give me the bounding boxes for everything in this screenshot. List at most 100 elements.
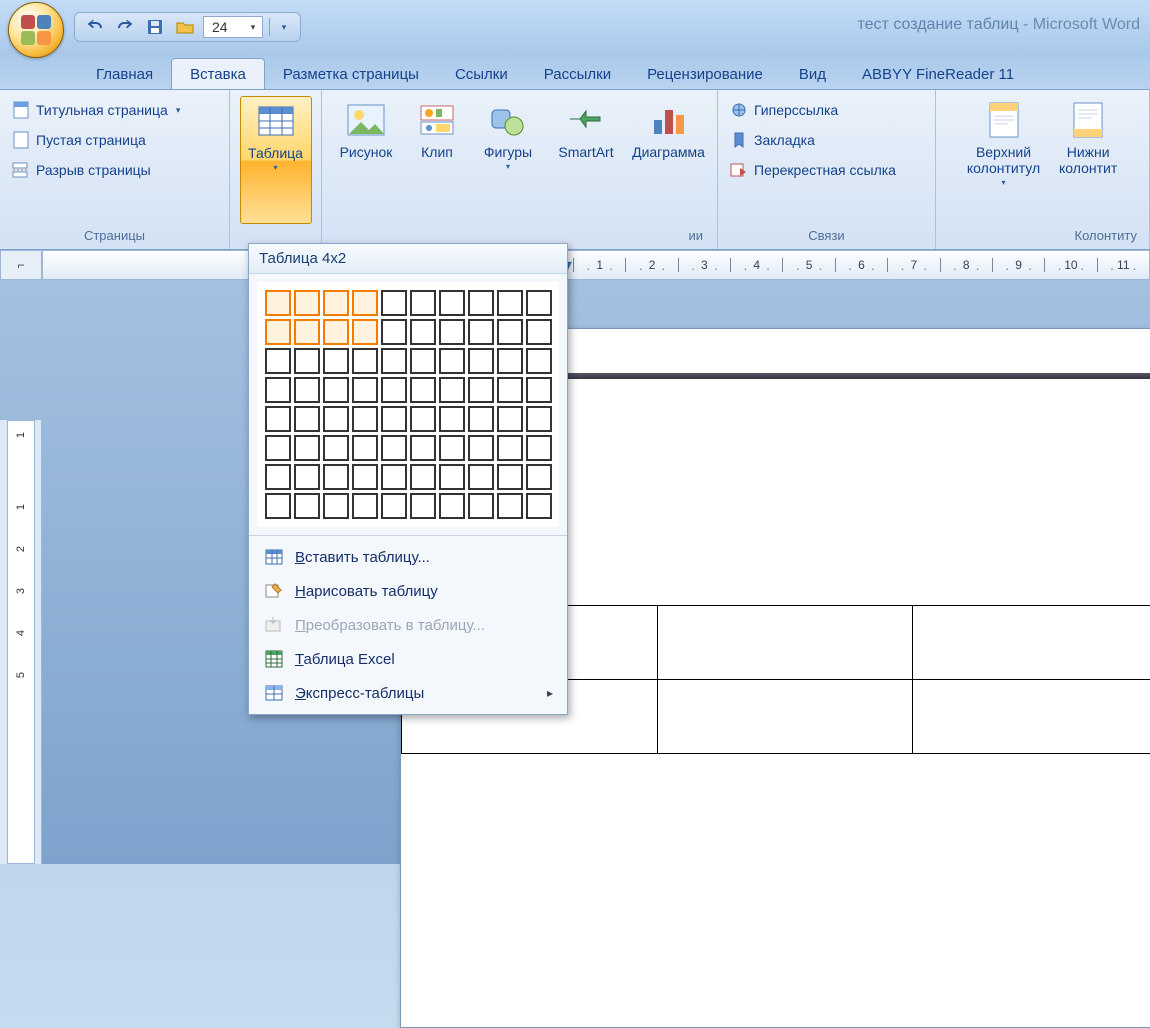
table-menu-item-3[interactable]: Таблица Excel	[249, 642, 567, 676]
table-grid-cell[interactable]	[265, 435, 291, 461]
table-grid-cell[interactable]	[265, 406, 291, 432]
table-grid-cell[interactable]	[526, 435, 552, 461]
table-grid-cell[interactable]	[439, 493, 465, 519]
ruler-corner[interactable]: ⌐	[0, 250, 42, 280]
table-grid-cell[interactable]	[294, 319, 320, 345]
table-grid-cell[interactable]	[410, 464, 436, 490]
qat-customize-button[interactable]: ▾	[276, 22, 292, 33]
tab-home[interactable]: Главная	[78, 59, 171, 89]
table-grid-cell[interactable]	[381, 464, 407, 490]
tab-review[interactable]: Рецензирование	[629, 59, 781, 89]
table-grid-cell[interactable]	[526, 406, 552, 432]
table-grid-cell[interactable]	[265, 348, 291, 374]
bookmark-button[interactable]: Закладка	[726, 128, 900, 152]
table-grid-cell[interactable]	[352, 319, 378, 345]
table-grid-cell[interactable]	[526, 348, 552, 374]
hyperlink-button[interactable]: Гиперссылка	[726, 98, 900, 122]
blank-page-button[interactable]: Пустая страница	[8, 128, 184, 152]
table-grid-cell[interactable]	[323, 319, 349, 345]
horizontal-ruler[interactable]: ▾ 1234567891011	[42, 250, 1150, 280]
table-grid-cell[interactable]	[526, 493, 552, 519]
table-grid-cell[interactable]	[352, 493, 378, 519]
table-grid-cell[interactable]	[410, 435, 436, 461]
table-grid-cell[interactable]	[294, 290, 320, 316]
tab-abbyy[interactable]: ABBYY FineReader 11	[844, 59, 1032, 89]
table-grid-cell[interactable]	[323, 464, 349, 490]
table-grid-cell[interactable]	[352, 464, 378, 490]
table-grid-cell[interactable]	[468, 464, 494, 490]
table-grid-cell[interactable]	[352, 435, 378, 461]
table-grid-cell[interactable]	[439, 377, 465, 403]
table-grid-cell[interactable]	[439, 348, 465, 374]
table-grid-cell[interactable]	[526, 290, 552, 316]
table-grid-cell[interactable]	[323, 290, 349, 316]
table-grid-cell[interactable]	[497, 348, 523, 374]
table-grid-cell[interactable]	[468, 290, 494, 316]
table-grid-cell[interactable]	[294, 348, 320, 374]
table-grid-cell[interactable]	[381, 319, 407, 345]
table-grid-cell[interactable]	[497, 406, 523, 432]
table-grid-cell[interactable]	[265, 464, 291, 490]
table-grid-cell[interactable]	[323, 348, 349, 374]
table-grid-cell[interactable]	[352, 377, 378, 403]
table-grid-cell[interactable]	[410, 493, 436, 519]
cover-page-button[interactable]: Титульная страница ▾	[8, 98, 184, 122]
table-grid-cell[interactable]	[323, 377, 349, 403]
vertical-ruler[interactable]: 112345	[7, 420, 35, 864]
table-grid-cell[interactable]	[468, 435, 494, 461]
doc-table-cell[interactable]	[913, 606, 1150, 680]
table-grid-cell[interactable]	[352, 290, 378, 316]
table-grid-cell[interactable]	[323, 406, 349, 432]
table-grid-cell[interactable]	[526, 319, 552, 345]
font-size-combo[interactable]: 24 ▾	[203, 16, 263, 38]
table-grid-cell[interactable]	[468, 348, 494, 374]
table-grid-cell[interactable]	[526, 464, 552, 490]
redo-button[interactable]	[113, 16, 137, 38]
table-grid-cell[interactable]	[294, 377, 320, 403]
office-button[interactable]	[8, 2, 64, 58]
table-grid-cell[interactable]	[410, 406, 436, 432]
table-grid-cell[interactable]	[381, 406, 407, 432]
table-grid-cell[interactable]	[352, 406, 378, 432]
table-grid-cell[interactable]	[410, 377, 436, 403]
tab-page-layout[interactable]: Разметка страницы	[265, 59, 437, 89]
clipart-button[interactable]: Клип	[408, 96, 466, 224]
table-grid-cell[interactable]	[410, 348, 436, 374]
table-button[interactable]: Таблица ▾	[240, 96, 312, 224]
table-menu-item-0[interactable]: Вставить таблицу...	[249, 540, 567, 574]
table-grid-cell[interactable]	[497, 435, 523, 461]
header-button[interactable]: Верхний колонтитул ▾	[961, 96, 1046, 224]
table-grid-cell[interactable]	[323, 493, 349, 519]
tab-references[interactable]: Ссылки	[437, 59, 526, 89]
doc-table-cell[interactable]	[657, 680, 913, 754]
table-grid-cell[interactable]	[265, 290, 291, 316]
table-grid-cell[interactable]	[294, 464, 320, 490]
table-grid-cell[interactable]	[468, 493, 494, 519]
table-grid-cell[interactable]	[323, 435, 349, 461]
table-grid-cell[interactable]	[497, 493, 523, 519]
chart-button[interactable]: Диаграмма	[628, 96, 709, 224]
table-grid-cell[interactable]	[352, 348, 378, 374]
table-grid-cell[interactable]	[439, 290, 465, 316]
tab-insert[interactable]: Вставка	[171, 58, 265, 89]
table-grid-cell[interactable]	[294, 435, 320, 461]
page-break-button[interactable]: Разрыв страницы	[8, 158, 184, 182]
table-grid-cell[interactable]	[497, 464, 523, 490]
picture-button[interactable]: Рисунок	[330, 96, 402, 224]
table-grid-cell[interactable]	[265, 493, 291, 519]
table-grid-cell[interactable]	[265, 377, 291, 403]
table-grid-cell[interactable]	[410, 290, 436, 316]
table-grid-cell[interactable]	[381, 377, 407, 403]
doc-table-cell[interactable]	[913, 680, 1150, 754]
table-grid-cell[interactable]	[265, 319, 291, 345]
table-grid-cell[interactable]	[410, 319, 436, 345]
table-grid-cell[interactable]	[439, 319, 465, 345]
table-grid-cell[interactable]	[497, 377, 523, 403]
table-grid-cell[interactable]	[381, 493, 407, 519]
table-grid-cell[interactable]	[294, 493, 320, 519]
table-grid-cell[interactable]	[381, 348, 407, 374]
shapes-button[interactable]: Фигуры ▾	[472, 96, 544, 224]
table-grid-cell[interactable]	[439, 406, 465, 432]
table-grid-cell[interactable]	[294, 406, 320, 432]
tab-mailings[interactable]: Рассылки	[526, 59, 629, 89]
